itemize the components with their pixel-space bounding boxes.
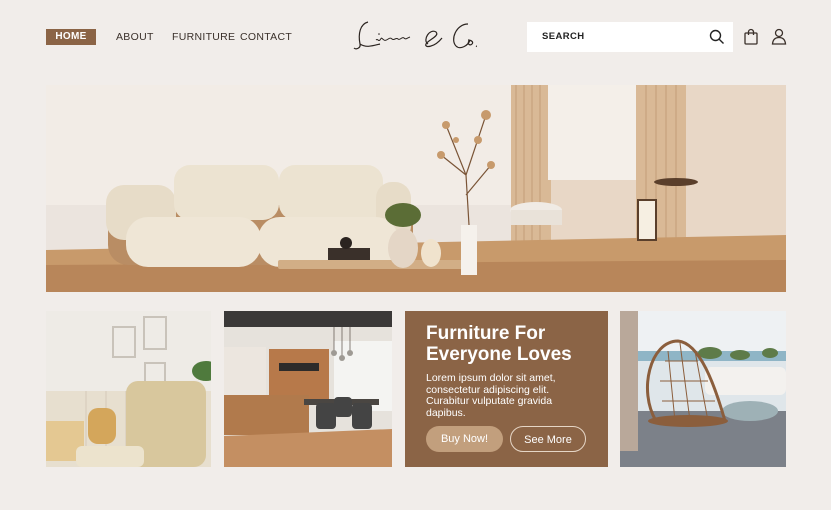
nav-about[interactable]: ABOUT xyxy=(116,29,154,45)
search-input[interactable]: SEARCH xyxy=(542,31,585,42)
search-bar[interactable]: SEARCH xyxy=(527,22,733,52)
kitchen-dining-image xyxy=(224,311,392,467)
nav-contact[interactable]: CONTACT xyxy=(240,29,292,45)
promo-title: Furniture For Everyone Loves xyxy=(426,323,572,365)
brand-logo[interactable] xyxy=(350,14,490,56)
hero-living-room-image xyxy=(46,85,786,292)
shopping-bag-icon[interactable] xyxy=(743,28,759,45)
buy-now-button[interactable]: Buy Now! xyxy=(426,426,503,452)
user-icon[interactable] xyxy=(771,28,787,45)
promo-description: Lorem ipsum dolor sit amet, consectetur … xyxy=(426,372,556,419)
see-more-button[interactable]: See More xyxy=(510,426,586,452)
reading-nook-image xyxy=(46,311,211,467)
nav-furniture[interactable]: FURNITURE xyxy=(172,29,235,45)
patio-lounge-image xyxy=(620,311,786,467)
nav-home[interactable]: HOME xyxy=(46,29,96,45)
search-icon[interactable] xyxy=(709,29,725,45)
promo-card: Furniture For Everyone Loves Lorem ipsum… xyxy=(405,311,608,467)
